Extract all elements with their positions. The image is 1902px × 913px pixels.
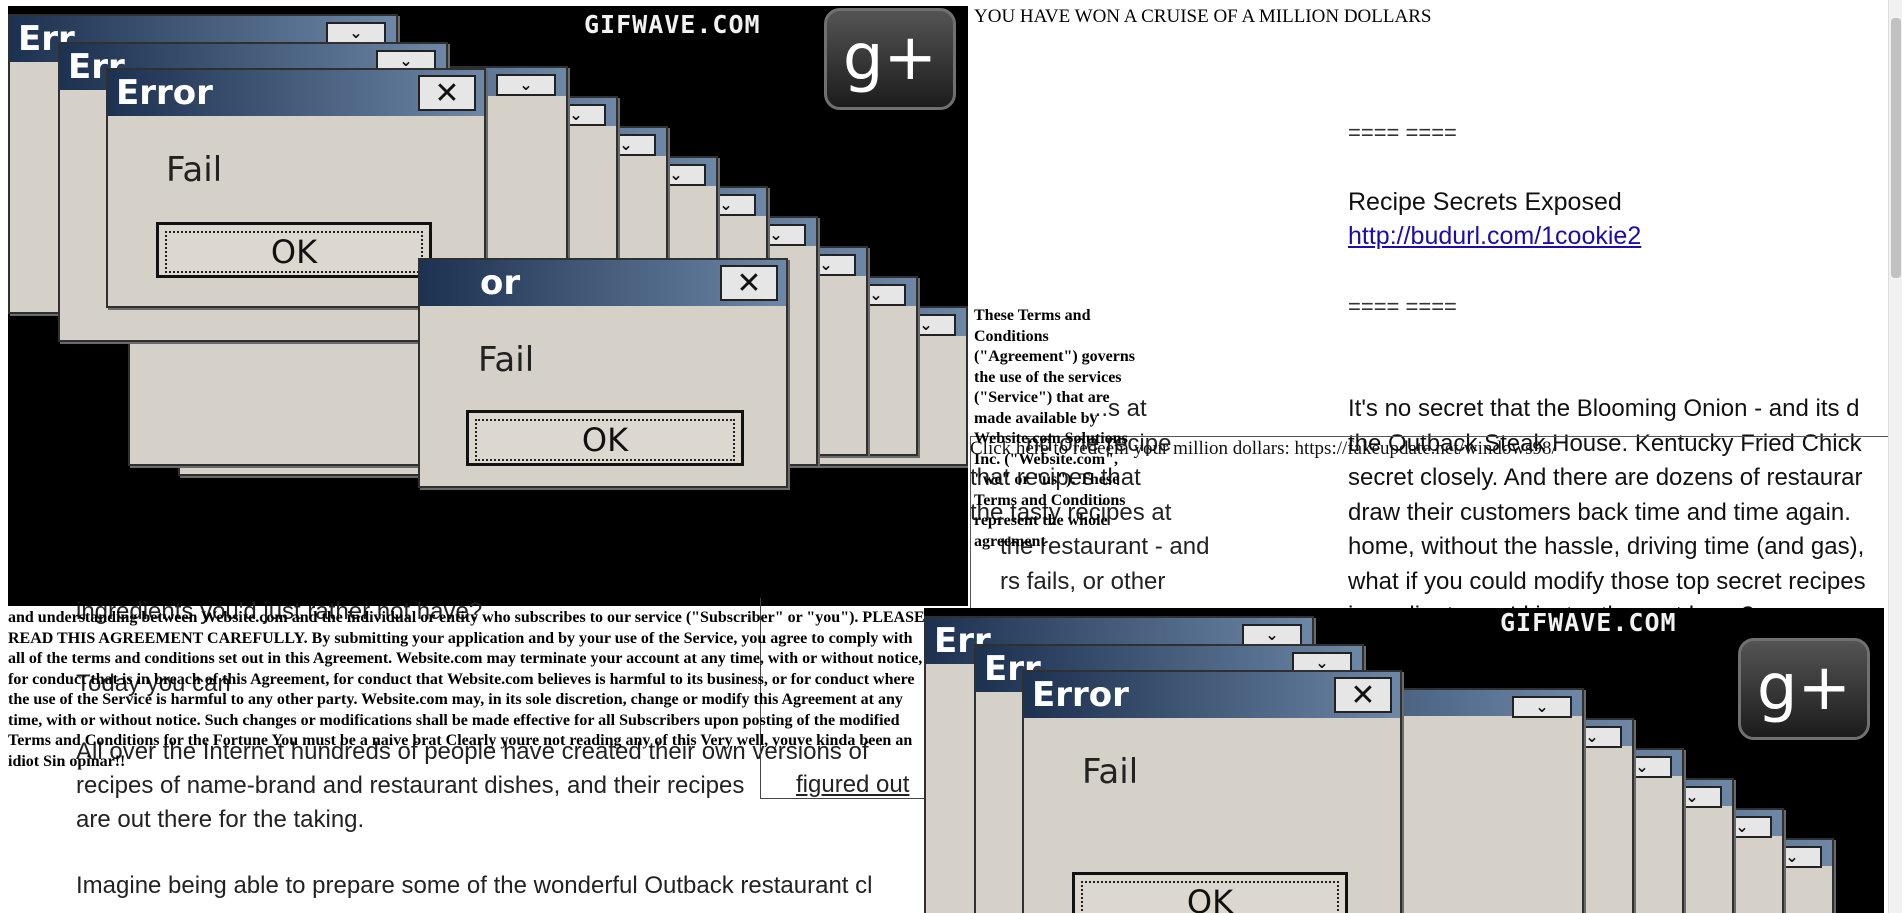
ok-button: OK [466, 410, 744, 466]
recipe-title: Recipe Secrets Exposed [1348, 188, 1622, 216]
error-message: Fail [478, 340, 535, 380]
error-message: Fail [166, 150, 223, 190]
close-icon: ✕ [720, 265, 778, 301]
vertical-scrollbar[interactable] [1888, 0, 1902, 913]
chevron-down-icon: ⌄ [1242, 624, 1302, 646]
close-icon: ✕ [1334, 677, 1392, 713]
ok-button: OK [1072, 872, 1348, 913]
recipe-line: It's no secret that the Blooming Onion -… [1348, 395, 1860, 422]
window-title: or [480, 263, 521, 303]
gifwave-watermark: GIFWAVE.COM [584, 10, 761, 39]
recipe-link[interactable]: http://budurl.com/1cookie2 [1348, 222, 1641, 251]
error-window-right: or ✕ Fail OK [418, 258, 788, 488]
chevron-down-icon: ⌄ [326, 22, 386, 44]
figured-out-text: figured out [796, 771, 910, 798]
ok-button: OK [156, 222, 432, 278]
body-line: are out there for the taking. [76, 806, 365, 833]
error-message: Fail [1082, 752, 1139, 792]
window-title: Error [1032, 675, 1129, 715]
error-window-front: Error ✕ Fail OK [1022, 670, 1402, 913]
google-plus-icon: g+ [1738, 638, 1870, 740]
error-gif-top: ⌄ ⌄ ⌄ ⌄ ⌄ ⌄ ⌄ ⌄ ⌄ Err ⌄ Err ⌄ Error ✕ Fail… [8, 6, 968, 606]
terms-narrow: These Terms and Conditions ("Agreement")… [974, 307, 1135, 550]
window-title: Error [116, 73, 213, 113]
scrollbar-thumb[interactable] [1891, 18, 1901, 278]
separator-top: ==== ==== [1348, 120, 1457, 145]
separator-bottom: ==== ==== [1348, 294, 1457, 319]
close-icon: ✕ [418, 75, 476, 111]
error-gif-bottom: ⌄ ⌄ ⌄ ⌄ ⌄ ⌄ Err ⌄ Err ⌄ Error ✕ Fail OK GI… [924, 608, 1884, 913]
body-line: recipes of name-brand and restaurant dis… [76, 772, 745, 799]
terms-wide: and understanding between Website.com an… [8, 609, 925, 770]
chevron-down-icon: ⌄ [496, 74, 556, 96]
body-line: Imagine being able to prepare some of th… [76, 872, 873, 899]
prize-headline: YOU HAVE WON A CRUISE OF A MILLION DOLLA… [974, 6, 1432, 27]
google-plus-icon: g+ [824, 8, 956, 110]
gifwave-watermark: GIFWAVE.COM [1500, 608, 1677, 637]
chevron-down-icon: ⌄ [1512, 696, 1572, 718]
